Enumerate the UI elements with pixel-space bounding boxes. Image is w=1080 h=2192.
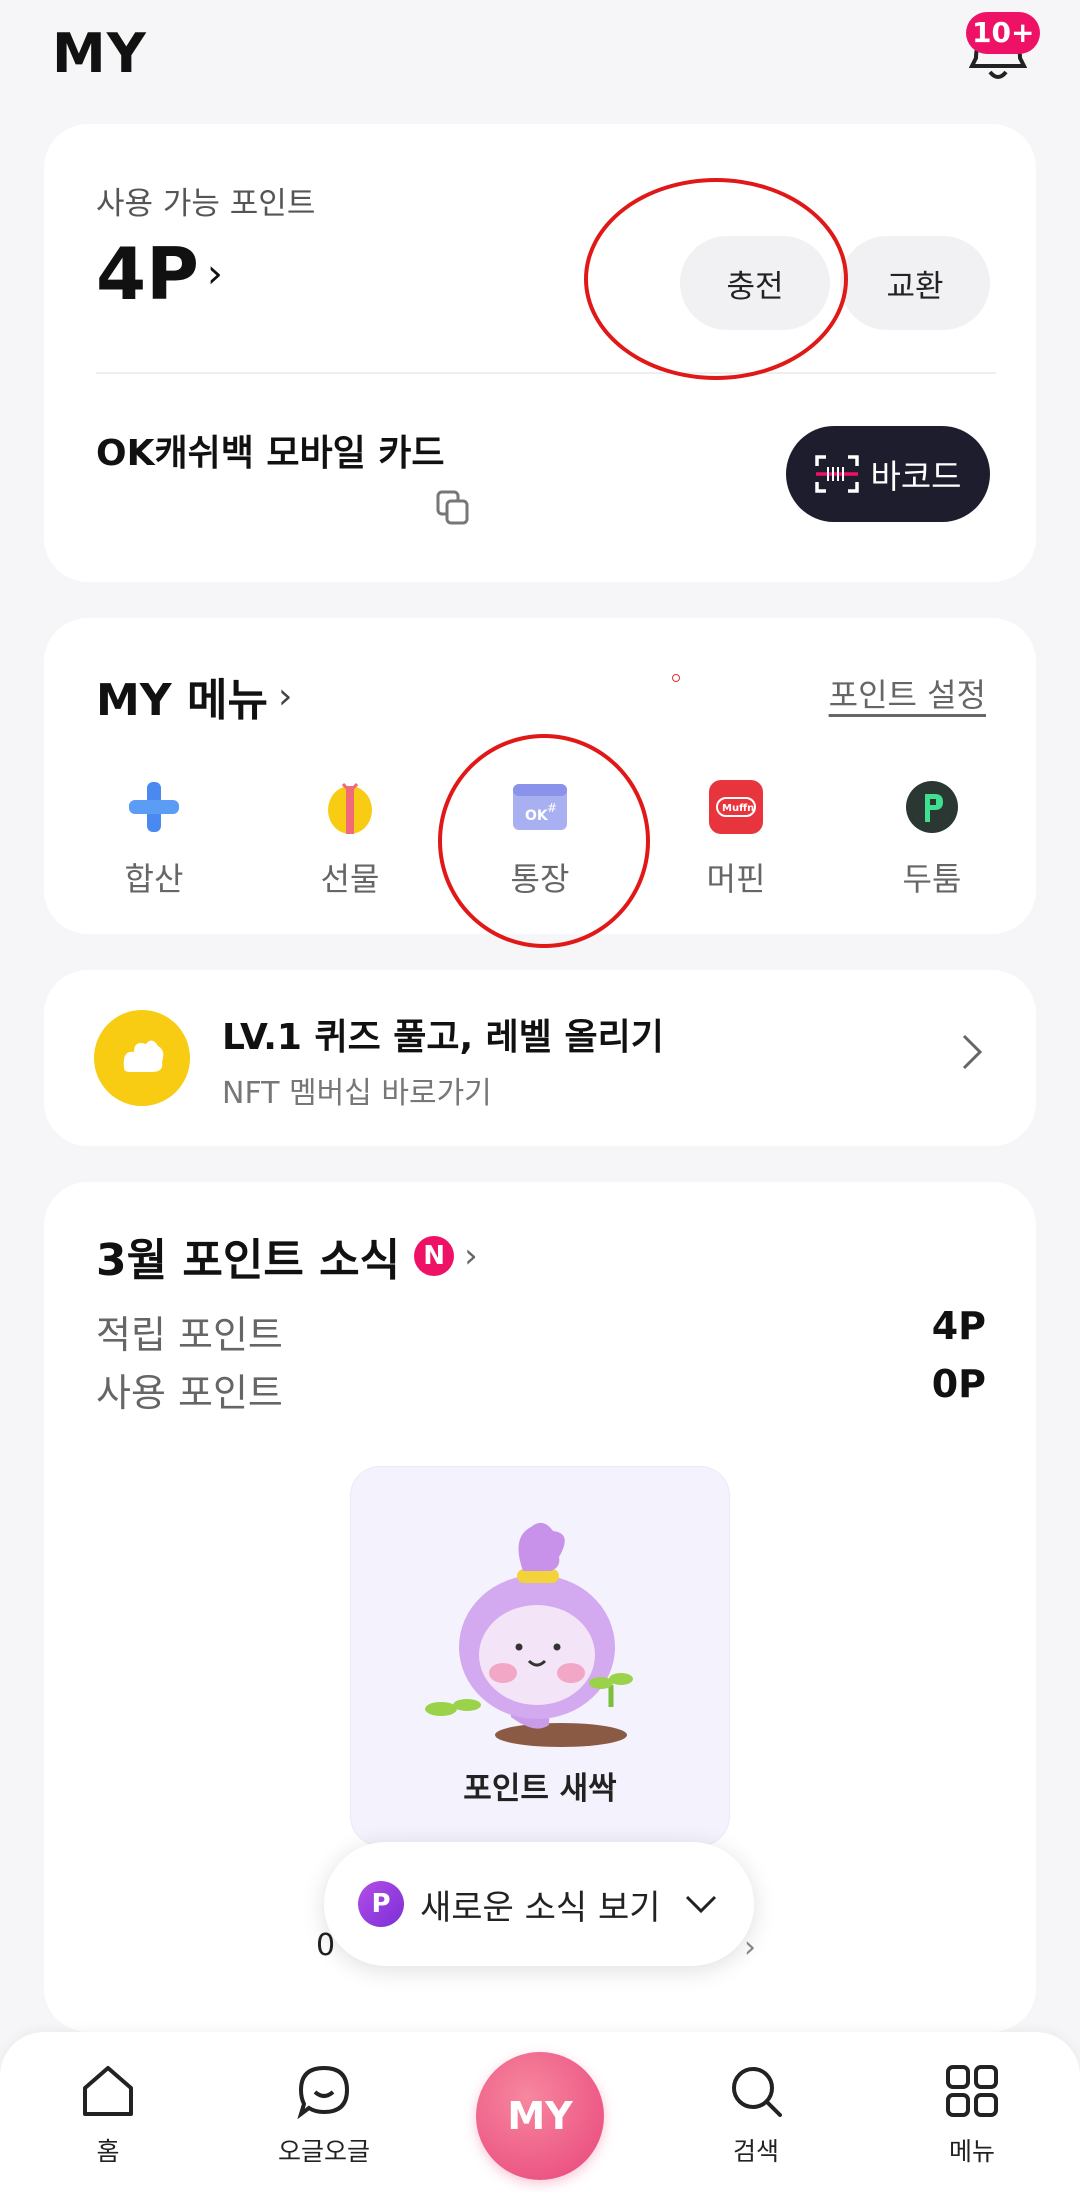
charge-button[interactable]: 충전 [680, 236, 830, 330]
point-settings-link[interactable]: 포인트 설정 [829, 670, 986, 716]
menu-item-label: 두툼 [902, 860, 962, 898]
menu-item-label: 머핀 [706, 860, 766, 898]
chevron-right-icon: › [277, 675, 293, 717]
available-points-label: 사용 가능 포인트 [96, 186, 316, 222]
news-title-text: 3월 포인트 소식 [96, 1235, 401, 1286]
notification-badge: 10+ [966, 12, 1041, 54]
news-title[interactable]: 3월 포인트 소식 N › [96, 1224, 478, 1288]
page-title: MY [52, 22, 147, 85]
earned-points-label: 적립 포인트 [96, 1313, 283, 1357]
point-sprout-card[interactable]: 포인트 새싹 [350, 1466, 730, 1846]
quiz-subtitle: NFT 멤버십 바로가기 [222, 1076, 492, 1111]
menu-item-muffin[interactable]: Muffn 머핀 [656, 778, 816, 900]
points-card: 사용 가능 포인트 4P › 충전 교환 OK캐쉬백 모바일 카드 바코드 [44, 124, 1036, 582]
my-menu-card: MY 메뉴 › 포인트 설정 합산 선물 OK # 통장 Muffn 머핀 두툼 [44, 618, 1036, 934]
grid-menu-icon [946, 2065, 998, 2117]
menu-item-gift[interactable]: 선물 [270, 778, 430, 900]
muffin-icon: Muffn [709, 780, 763, 834]
used-points-value: 0P [931, 1362, 986, 1406]
earned-points-value: 4P [931, 1304, 986, 1348]
my-menu-title[interactable]: MY 메뉴 › [96, 664, 292, 728]
view-new-news-button[interactable]: P 새로운 소식 보기 [324, 1842, 754, 1966]
gift-icon [328, 783, 372, 834]
nav-menu[interactable]: 메뉴 [902, 2062, 1042, 2168]
quiz-banner[interactable]: LV.1 퀴즈 풀고, 레벨 올리기 NFT 멤버십 바로가기 [44, 970, 1036, 1146]
menu-item-label: 통장 [510, 860, 570, 898]
menu-item-bankbook[interactable]: OK # 통장 [460, 778, 620, 900]
mobile-card-name: OK캐쉬백 모바일 카드 [96, 433, 445, 474]
chat-bubble-icon [297, 2065, 350, 2120]
nav-search[interactable]: 검색 [686, 2062, 826, 2168]
copy-icon[interactable] [436, 490, 470, 526]
point-sprout-character-icon [425, 1522, 633, 1747]
bottom-navigation: 홈 오글오글 MY 검색 메뉴 [0, 2032, 1080, 2192]
chevron-right-icon: › [206, 251, 223, 297]
nav-home-label: 홈 [96, 2137, 120, 2166]
barcode-label: 바코드 [870, 457, 962, 496]
nav-home[interactable]: 홈 [38, 2062, 178, 2168]
chevron-right-icon: › [464, 1236, 478, 1276]
menu-item-dootoom[interactable]: 두툼 [852, 778, 1012, 900]
svg-text:OK: OK [525, 808, 549, 824]
red-dot-mark [672, 674, 680, 682]
chevron-right-icon: › [744, 1930, 756, 1965]
dootoom-icon [906, 781, 958, 833]
chevron-right-icon [962, 1034, 983, 1070]
point-sprout-label: 포인트 새싹 [463, 1771, 617, 1807]
search-icon [732, 2067, 782, 2117]
quiz-title: LV.1 퀴즈 풀고, 레벨 올리기 [222, 1017, 664, 1058]
new-badge: N [414, 1236, 455, 1276]
nav-search-label: 검색 [732, 2137, 779, 2166]
menu-item-label: 선물 [320, 860, 380, 898]
quiz-mascot-icon [94, 1010, 190, 1106]
plus-icon [129, 782, 179, 832]
point-p-icon: P [358, 1881, 404, 1927]
used-points-row: 사용 포인트 0P [96, 1362, 986, 1417]
exchange-button[interactable]: 교환 [840, 236, 990, 330]
barcode-icon [815, 455, 860, 493]
divider [96, 372, 996, 374]
available-points-value[interactable]: 4P › [96, 232, 223, 316]
nav-my-button[interactable]: MY [476, 2052, 604, 2180]
points-amount: 4P [96, 232, 199, 316]
bankbook-icon: OK # [513, 784, 567, 830]
nav-menu-label: 메뉴 [948, 2137, 995, 2166]
svg-text:Muffn: Muffn [722, 803, 754, 814]
menu-item-label: 합산 [124, 860, 184, 898]
chevron-down-icon [685, 1895, 717, 1914]
nav-ogeul[interactable]: 오글오글 [254, 2062, 394, 2168]
barcode-button[interactable]: 바코드 [786, 426, 990, 522]
nav-ogeul-label: 오글오글 [277, 2137, 370, 2166]
used-points-label: 사용 포인트 [96, 1371, 283, 1415]
home-icon [83, 2066, 133, 2116]
my-menu-title-text: MY 메뉴 [96, 675, 268, 726]
menu-item-sum[interactable]: 합산 [74, 778, 234, 900]
svg-text:#: # [547, 801, 557, 815]
earned-points-row: 적립 포인트 4P [96, 1304, 986, 1359]
view-new-news-label: 새로운 소식 보기 [420, 1887, 661, 1928]
